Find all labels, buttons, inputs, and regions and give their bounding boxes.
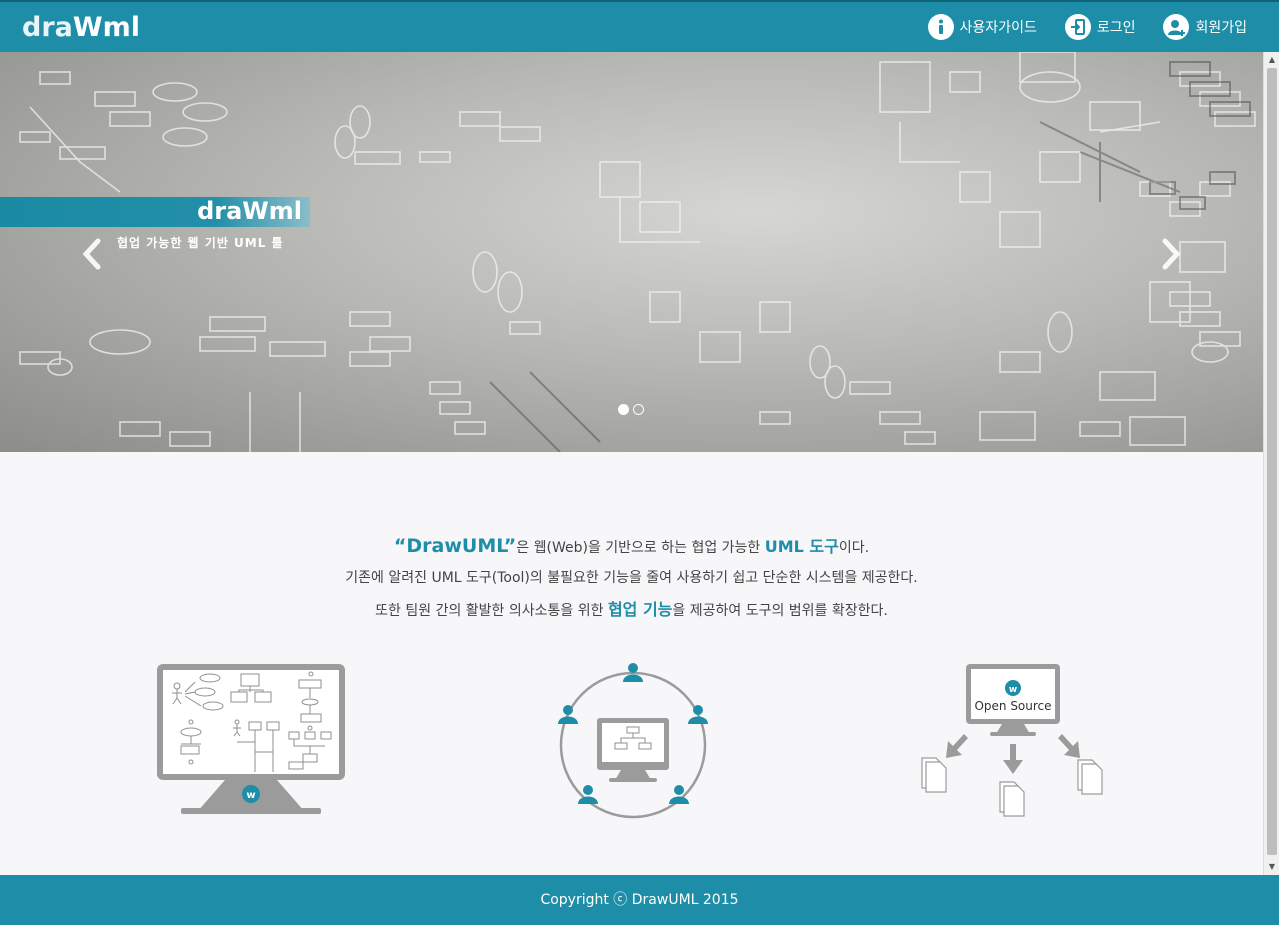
nav-user-guide[interactable]: 사용자가이드 (927, 14, 1037, 40)
chevron-left-icon[interactable] (80, 237, 104, 278)
intro-line-1-b: 이다. (838, 540, 870, 556)
footer-copyright: Copyright ⓒ DrawUML 2015 (540, 892, 739, 908)
intro-line-2: 기존에 알려진 UML 도구(Tool)의 불필요한 기능을 줄여 사용하기 쉽… (345, 570, 918, 586)
scroll-down-arrow-icon[interactable]: ▼ (1264, 859, 1279, 875)
slide-caption: 협업 가능한 웹 기반 UML 툴 (117, 236, 284, 250)
open-source-label: Open Source (974, 699, 1051, 713)
intro-line-1-a: 은 웹(Web)을 기반으로 하는 협업 가능한 (516, 540, 765, 556)
top-navbar: draWml 사용자가이드 로그인 회원가입 (0, 0, 1279, 52)
footer: Copyright ⓒ DrawUML 2015 (0, 875, 1279, 925)
info-icon (927, 14, 954, 40)
open-source-badge: w (1009, 685, 1017, 695)
feature-collaboration (553, 660, 713, 824)
feature-open-source: w Open Source (918, 662, 1110, 826)
slide-banner-logo: draWml (197, 197, 302, 225)
nav-signup-label: 회원가입 (1195, 20, 1247, 36)
monitor-badge: w (246, 790, 255, 801)
carousel-dot-1[interactable] (618, 404, 629, 415)
chevron-right-icon[interactable] (1159, 237, 1183, 278)
open-source-icon: w Open Source (921, 664, 1103, 817)
carousel-indicators (618, 404, 644, 415)
user-add-icon (1163, 14, 1190, 40)
intro-brand: “DrawUML” (393, 535, 517, 557)
intro-line-3-a: 또한 팀원 간의 활발한 의사소통을 위한 (375, 603, 608, 619)
feature-uml-editor: w (155, 662, 347, 820)
nav-user-guide-label: 사용자가이드 (959, 20, 1037, 36)
intro-collab-feature: 협업 기능 (607, 600, 673, 619)
logo-bold-text: Wml (72, 12, 141, 43)
uml-background-pattern (19, 52, 1256, 452)
logo-light-text: dra (22, 12, 73, 43)
hero-carousel: draWml 협업 가능한 웹 기반 UML 툴 (0, 52, 1263, 452)
login-icon (1064, 14, 1091, 40)
uml-monitor-icon: w (157, 664, 345, 814)
intro-line-3-b: 을 제공하여 도구의 범위를 확장한다. (672, 603, 888, 619)
nav-login-label: 로그인 (1096, 20, 1136, 36)
scroll-thumb[interactable] (1267, 68, 1277, 855)
intro-line-3: 또한 팀원 간의 활발한 의사소통을 위한 협업 기능을 제공하여 도구의 범위… (0, 594, 1263, 626)
intro-section: “DrawUML”은 웹(Web)을 기반으로 하는 협업 가능한 UML 도구… (0, 530, 1263, 626)
vertical-scrollbar[interactable]: ▲ ▼ (1263, 52, 1279, 875)
nav-signup[interactable]: 회원가입 (1163, 14, 1247, 40)
carousel-dot-2[interactable] (633, 404, 644, 415)
intro-uml-tool: UML 도구 (764, 537, 839, 556)
slide-banner: draWml (0, 197, 310, 227)
nav-links: 사용자가이드 로그인 회원가입 (927, 14, 1247, 40)
intro-line-1: “DrawUML”은 웹(Web)을 기반으로 하는 협업 가능한 UML 도구… (0, 530, 1263, 562)
scroll-up-arrow-icon[interactable]: ▲ (1264, 52, 1279, 68)
collaboration-icon (558, 663, 708, 819)
nav-login[interactable]: 로그인 (1064, 14, 1136, 40)
logo[interactable]: draWml (22, 12, 140, 43)
